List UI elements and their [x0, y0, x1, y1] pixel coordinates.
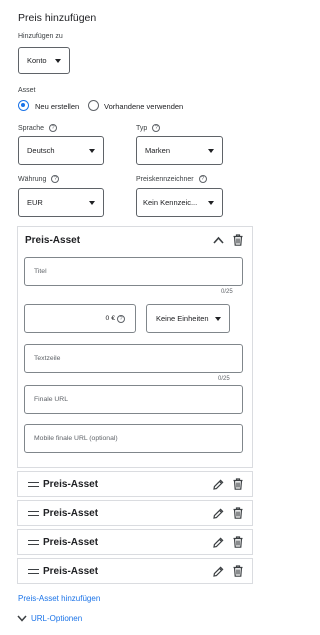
- text-line-input[interactable]: Textzeile: [24, 344, 243, 373]
- title-placeholder: Titel: [34, 268, 47, 275]
- language-label: Sprache: [18, 124, 45, 132]
- drag-handle-icon[interactable]: [28, 511, 39, 516]
- help-circle-icon[interactable]: ?: [49, 124, 58, 132]
- currency-select[interactable]: EUR: [18, 188, 104, 217]
- drag-handle-icon[interactable]: [28, 569, 39, 574]
- page-title: Preis hinzufügen: [18, 12, 97, 24]
- units-value: Keine Einheiten: [156, 314, 209, 323]
- trash-icon[interactable]: [233, 507, 243, 519]
- price-asset-title: Preis-Asset: [43, 537, 99, 548]
- radio-new-create[interactable]: [18, 100, 29, 111]
- add-to-value: Konto: [27, 56, 47, 65]
- chevron-down-icon: [17, 615, 27, 622]
- price-asset-card[interactable]: Preis-Asset: [17, 471, 253, 497]
- final-url-input[interactable]: Finale URL: [24, 385, 243, 414]
- help-circle-icon[interactable]: ?: [152, 124, 161, 132]
- trash-icon[interactable]: [233, 478, 243, 490]
- price-qualifier-label: Preiskennzeichner: [136, 175, 194, 183]
- asset-label: Asset: [18, 87, 36, 94]
- price-qualifier-label-row: Preiskennzeichner?: [136, 175, 207, 183]
- help-circle-icon[interactable]: ?: [198, 175, 207, 183]
- text-line-placeholder: Textzeile: [34, 355, 61, 362]
- price-asset-card-expanded: Preis-Asset Titel 0/25 0 €? Keine Einhei…: [17, 226, 253, 468]
- title-counter: 0/25: [221, 289, 233, 295]
- price-asset-title: Preis-Asset: [43, 479, 99, 490]
- pencil-icon[interactable]: [213, 537, 224, 548]
- url-options-toggle[interactable]: URL-Optionen: [17, 614, 82, 623]
- pencil-icon[interactable]: [213, 508, 224, 519]
- trash-icon[interactable]: [233, 234, 243, 246]
- dropdown-caret-icon: [89, 148, 95, 153]
- language-label-row: Sprache?: [18, 124, 58, 132]
- type-label: Typ: [136, 124, 148, 132]
- mobile-final-url-input[interactable]: Mobile finale URL (optional): [24, 424, 243, 453]
- title-input[interactable]: Titel: [24, 257, 243, 286]
- help-circle-icon[interactable]: ?: [51, 175, 60, 183]
- price-asset-title: Preis-Asset: [43, 566, 99, 577]
- radio-new-create-label: Neu erstellen: [35, 102, 80, 111]
- type-select[interactable]: Marken: [136, 136, 223, 165]
- trash-icon[interactable]: [233, 536, 243, 548]
- dropdown-caret-icon: [208, 200, 214, 205]
- price-asset-title: Preis-Asset: [43, 508, 99, 519]
- price-asset-card[interactable]: Preis-Asset: [17, 529, 253, 555]
- price-asset-card[interactable]: Preis-Asset: [17, 500, 253, 526]
- radio-use-existing-label: Vorhandene verwenden: [104, 102, 184, 111]
- price-qualifier-value: Kein Kennzeic...: [143, 198, 198, 207]
- language-select[interactable]: Deutsch: [18, 136, 104, 165]
- currency-label: Währung: [18, 175, 47, 183]
- trash-icon[interactable]: [233, 565, 243, 577]
- pencil-icon[interactable]: [213, 479, 224, 490]
- drag-handle-icon[interactable]: [28, 540, 39, 545]
- mobile-final-url-placeholder: Mobile finale URL (optional): [34, 435, 118, 442]
- drag-handle-icon[interactable]: [28, 482, 39, 487]
- type-label-row: Typ?: [136, 124, 161, 132]
- url-options-label: URL-Optionen: [31, 614, 83, 623]
- language-value: Deutsch: [27, 146, 55, 155]
- pencil-icon[interactable]: [213, 566, 224, 577]
- help-circle-icon[interactable]: ?: [117, 314, 125, 323]
- currency-value: EUR: [27, 198, 43, 207]
- units-select[interactable]: Keine Einheiten: [146, 304, 230, 333]
- dropdown-caret-icon: [55, 58, 61, 63]
- add-to-select[interactable]: Konto: [18, 47, 70, 74]
- dropdown-caret-icon: [89, 200, 95, 205]
- price-asset-title: Preis-Asset: [25, 235, 81, 246]
- radio-use-existing[interactable]: [88, 100, 99, 111]
- currency-label-row: Währung?: [18, 175, 60, 183]
- add-to-label: Hinzufügen zu: [18, 33, 63, 40]
- price-input[interactable]: 0 €?: [24, 304, 136, 333]
- price-asset-card[interactable]: Preis-Asset: [17, 558, 253, 584]
- price-qualifier-select[interactable]: Kein Kennzeic...: [136, 188, 223, 217]
- add-price-asset-link[interactable]: Preis-Asset hinzufügen: [18, 594, 100, 603]
- dropdown-caret-icon: [215, 316, 221, 321]
- dropdown-caret-icon: [208, 148, 214, 153]
- type-value: Marken: [145, 146, 171, 155]
- price-value: 0 €: [105, 315, 115, 322]
- chevron-up-icon[interactable]: [213, 236, 224, 244]
- text-line-counter: 0/25: [218, 376, 230, 382]
- final-url-placeholder: Finale URL: [34, 396, 68, 403]
